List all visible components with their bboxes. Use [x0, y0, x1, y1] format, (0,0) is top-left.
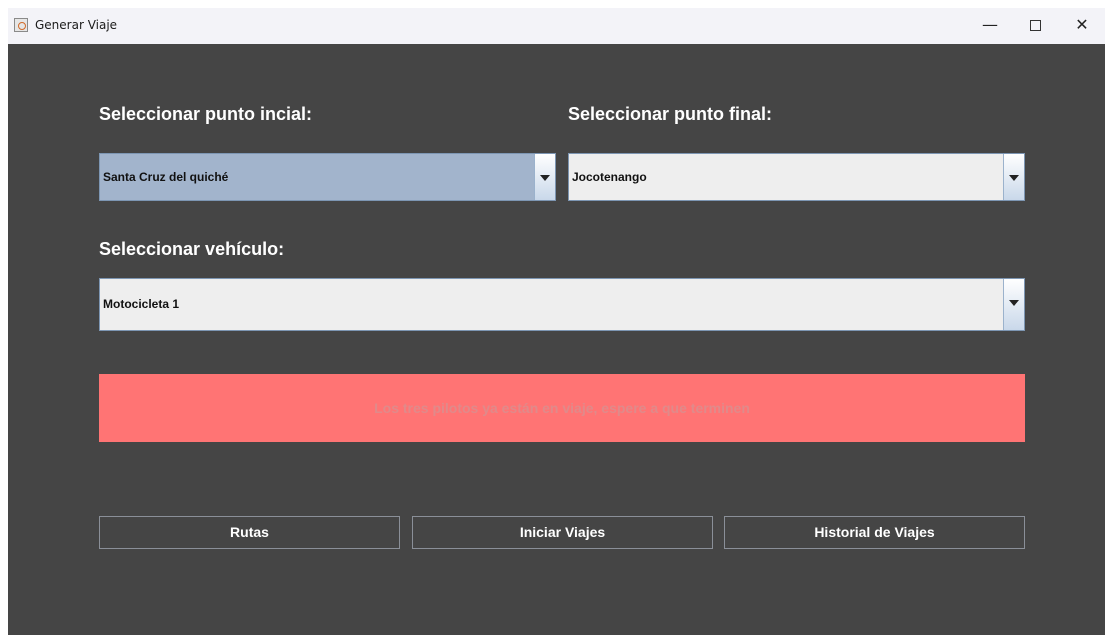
close-button[interactable]: ✕ [1059, 8, 1105, 44]
title-bar[interactable]: Generar Viaje — ✕ [8, 8, 1105, 44]
destination-combobox[interactable]: Jocotenango [568, 153, 1025, 201]
maximize-button[interactable] [1012, 8, 1058, 44]
warning-banner: Los tres pilotos ya están en viaje, espe… [99, 374, 1025, 442]
chevron-down-icon[interactable] [534, 154, 555, 200]
destination-label: Seleccionar punto final: [568, 104, 773, 124]
chevron-down-icon[interactable] [1003, 279, 1024, 330]
java-app-icon [14, 18, 28, 32]
origin-combobox[interactable]: Santa Cruz del quiché [99, 153, 556, 201]
maximize-icon [1029, 20, 1041, 31]
routes-button[interactable]: Rutas [99, 516, 400, 549]
origin-combobox-value: Santa Cruz del quiché [103, 170, 229, 184]
vehicle-label: Seleccionar vehículo: [99, 239, 285, 259]
minimize-button[interactable]: — [967, 8, 1013, 44]
vehicle-combobox[interactable]: Motocicleta 1 [99, 278, 1025, 331]
trip-history-button[interactable]: Historial de Viajes [724, 516, 1025, 549]
chevron-down-icon[interactable] [1003, 154, 1024, 200]
generar-viaje-window: Generar Viaje — ✕ Seleccionar punto inci… [8, 8, 1105, 635]
origin-label: Seleccionar punto incial: [99, 104, 313, 124]
destination-combobox-value: Jocotenango [572, 170, 647, 184]
start-trips-button[interactable]: Iniciar Viajes [412, 516, 713, 549]
vehicle-combobox-value: Motocicleta 1 [103, 297, 180, 311]
window-title: Generar Viaje [35, 18, 118, 32]
